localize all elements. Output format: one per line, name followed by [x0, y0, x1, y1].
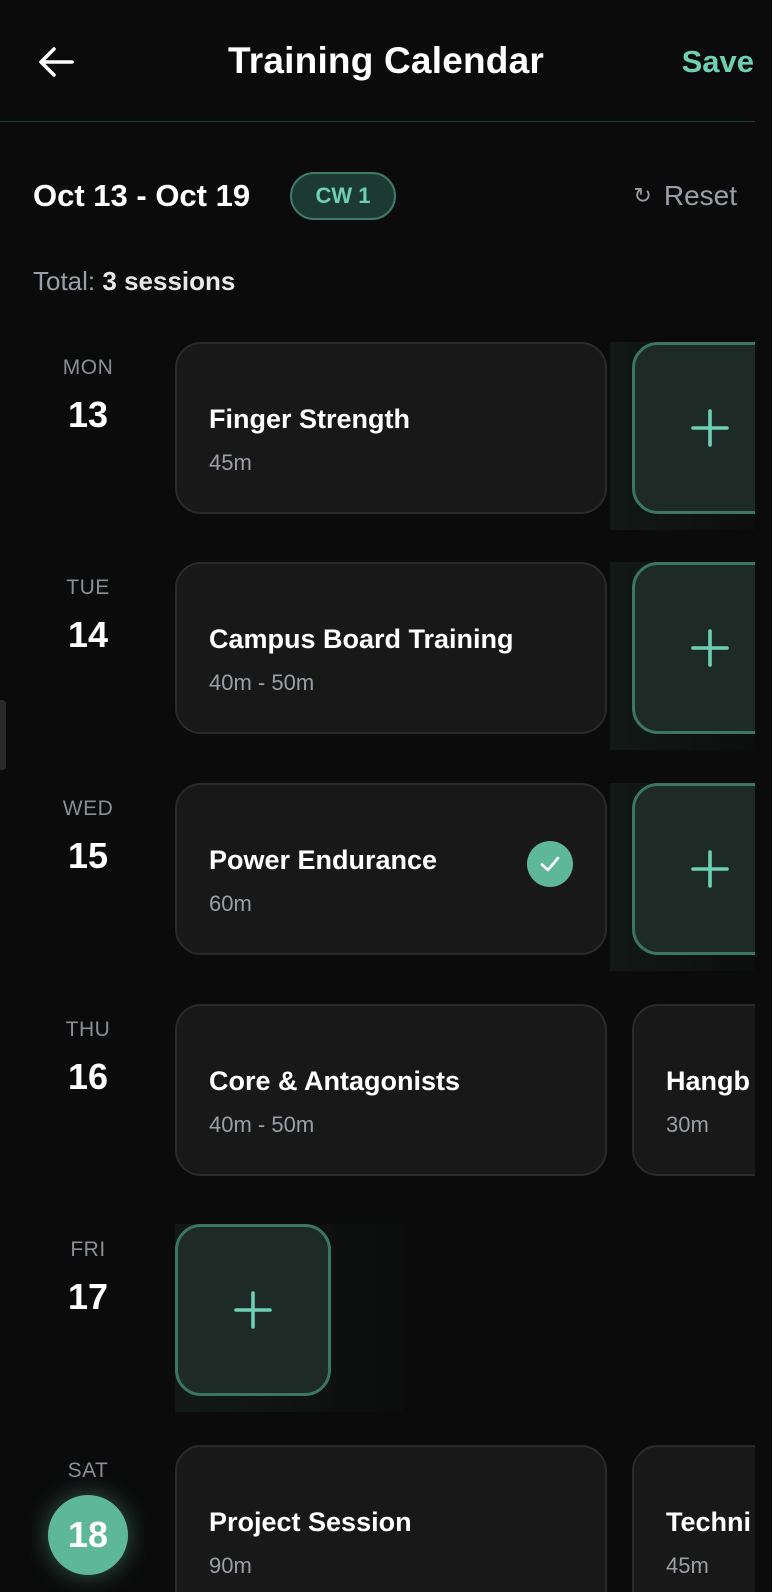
week-range: Oct 13 - Oct 19 [33, 178, 251, 213]
day-row-thu: THU 16 Core & Antagonists 40m - 50m Hang… [0, 1004, 755, 1184]
add-session-area [175, 1224, 405, 1412]
total-value: 3 sessions [102, 266, 236, 296]
session-duration: 40m - 50m [209, 1112, 315, 1137]
plus-icon [234, 1291, 272, 1329]
day-number: 13 [67, 394, 109, 435]
header: Training Calendar Save [0, 0, 755, 122]
add-session-button[interactable] [632, 342, 755, 514]
session-card[interactable]: Power Endurance 60m [175, 783, 607, 955]
session-duration: 40m - 50m [209, 670, 315, 695]
frame-edge [772, 0, 784, 1592]
day-row-tue: TUE 14 Campus Board Training 40m - 50m [0, 562, 755, 750]
day-number: 17 [67, 1276, 109, 1317]
add-session-area [610, 783, 755, 971]
day-name: SAT [67, 1459, 109, 1482]
session-title: Techni [666, 1507, 752, 1537]
session-card[interactable]: Campus Board Training 40m - 50m [175, 562, 607, 734]
session-title: Project Session [209, 1507, 412, 1537]
day-name: MON [62, 356, 114, 379]
day-name: FRI [70, 1238, 106, 1261]
content-area: Training Calendar Save Oct 13 - Oct 19 C… [0, 0, 755, 1592]
session-card[interactable]: Project Session 90m [175, 1445, 607, 1592]
session-card[interactable]: Finger Strength 45m [175, 342, 607, 514]
add-session-button[interactable] [632, 562, 755, 734]
add-session-area [610, 342, 755, 530]
reset-button[interactable]: ↻ Reset [633, 180, 737, 212]
save-button[interactable]: Save [682, 44, 754, 80]
day-row-mon: MON 13 Finger Strength 45m [0, 342, 755, 530]
plus-icon [691, 409, 729, 447]
day-number: 14 [67, 614, 109, 655]
plus-icon [691, 850, 729, 888]
session-duration: 45m [209, 450, 252, 475]
day-row-fri: FRI 17 [0, 1224, 755, 1412]
reset-label: Reset [663, 180, 737, 211]
page-title: Training Calendar [228, 40, 544, 81]
day-number-today: 18 [48, 1495, 128, 1575]
total-label: Total: [33, 266, 96, 296]
reset-icon: ↻ [633, 183, 652, 208]
session-title: Hangb [666, 1066, 750, 1096]
day-row-sat: SAT 18 Project Session 90m Techni 45m [0, 1445, 755, 1592]
day-row-wed: WED 15 Power Endurance 60m [0, 783, 755, 971]
session-title: Core & Antagonists [209, 1066, 461, 1096]
session-title: Power Endurance [209, 845, 438, 875]
training-calendar-screen: Training Calendar Save Oct 13 - Oct 19 C… [0, 0, 772, 1592]
session-duration: 30m [666, 1112, 709, 1137]
day-name: TUE [66, 576, 110, 599]
plus-icon [691, 629, 729, 667]
day-name: WED [62, 797, 114, 820]
check-icon [540, 856, 560, 872]
completed-badge [527, 841, 573, 887]
day-number: 16 [67, 1056, 109, 1097]
session-duration: 60m [209, 891, 252, 916]
calendar-week-badge: CW 1 [290, 172, 396, 220]
session-card[interactable]: Techni 45m [632, 1445, 755, 1592]
day-name: THU [65, 1018, 111, 1041]
add-session-area [610, 562, 755, 750]
add-session-button[interactable] [175, 1224, 331, 1396]
session-card[interactable]: Core & Antagonists 40m - 50m [175, 1004, 607, 1176]
session-duration: 90m [209, 1553, 252, 1578]
day-number: 15 [67, 835, 109, 876]
total-sessions: Total: 3 sessions [33, 266, 235, 297]
session-title: Finger Strength [209, 404, 410, 434]
session-duration: 45m [666, 1553, 709, 1578]
add-session-button[interactable] [632, 783, 755, 955]
drawer-handle[interactable] [0, 700, 6, 770]
session-card[interactable]: Hangb 30m [632, 1004, 755, 1176]
session-title: Campus Board Training [209, 624, 514, 654]
